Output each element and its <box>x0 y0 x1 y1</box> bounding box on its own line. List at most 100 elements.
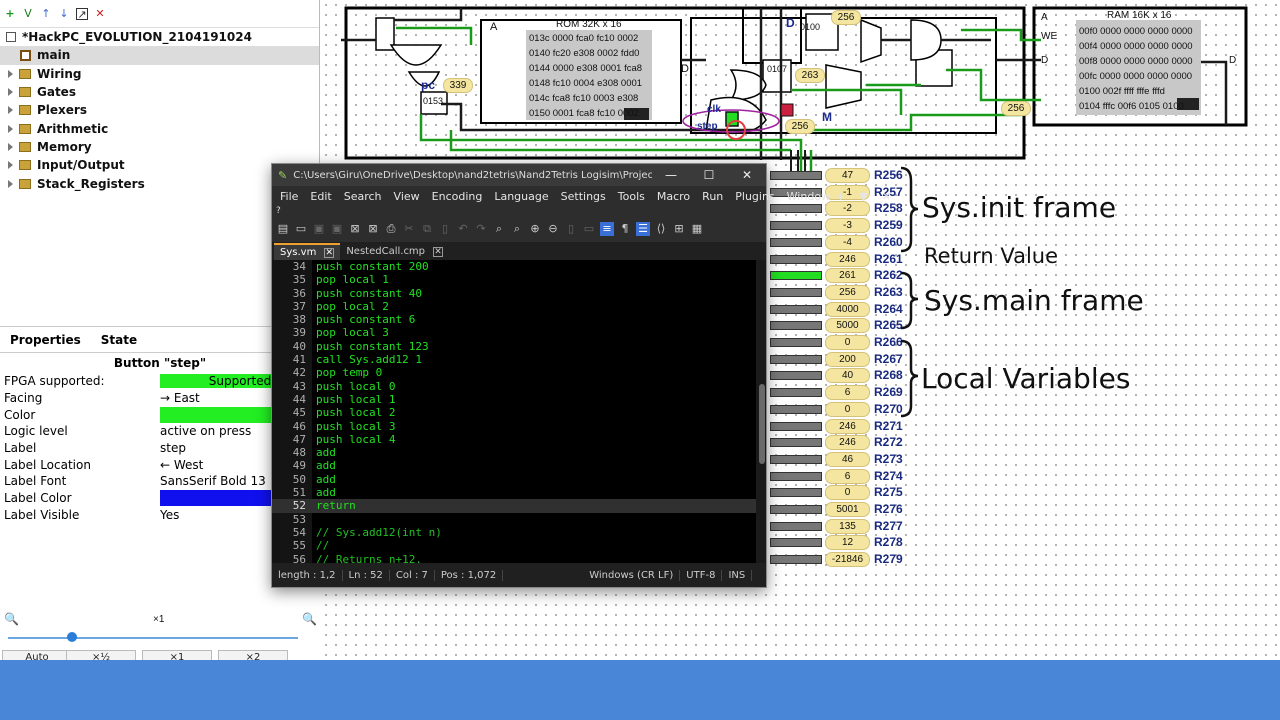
expand-arrow-icon[interactable] <box>8 69 13 78</box>
zoom-in-icon[interactable]: 🔍 <box>302 612 317 626</box>
tree-folder[interactable]: Wiring <box>0 65 319 83</box>
copy-icon[interactable]: ⧉ <box>420 222 434 236</box>
close-doc-icon[interactable]: ✕ <box>882 190 891 203</box>
move-up-icon[interactable]: ↑ <box>40 7 52 20</box>
code-line[interactable]: 49 add <box>272 459 766 473</box>
undo-icon[interactable]: ↶ <box>456 222 470 236</box>
code-line[interactable]: 44 push local 1 <box>272 392 766 407</box>
scrollbar-thumb[interactable] <box>759 384 765 464</box>
menu-search[interactable]: Search <box>338 190 388 203</box>
new-file-icon[interactable]: ▤ <box>276 222 290 236</box>
tree-item-main[interactable]: main <box>0 46 319 65</box>
tree-project[interactable]: *HackPC_EVOLUTION_2104191024 <box>0 28 319 46</box>
redo-icon[interactable]: ↷ <box>474 222 488 236</box>
xml-icon[interactable]: ⟨⟩ <box>654 222 668 236</box>
menu-window[interactable]: Window <box>781 190 836 203</box>
code-line[interactable]: 39 pop local 3 <box>272 326 766 340</box>
close-file-icon[interactable]: ⊠ <box>348 222 362 236</box>
tree-folder[interactable]: Plexers <box>0 101 319 119</box>
minimize-button[interactable]: — <box>652 168 690 182</box>
vhdl-icon[interactable]: V <box>22 7 34 20</box>
code-line[interactable]: 42 pop temp 0 <box>272 366 766 380</box>
menu-encoding[interactable]: Encoding <box>426 190 489 203</box>
menu-plugins[interactable]: Plugins <box>729 190 780 203</box>
code-line[interactable]: 43 push local 0 <box>272 379 766 393</box>
code-line[interactable]: 40 push constant 123 <box>272 339 766 354</box>
show-all-chars-icon[interactable]: ¶ <box>618 222 632 236</box>
code-line[interactable]: 36 push constant 40 <box>272 286 766 300</box>
menu-file[interactable]: File <box>274 190 304 203</box>
map-icon[interactable]: ⊞ <box>672 222 686 236</box>
expand-arrow-icon[interactable] <box>8 142 13 151</box>
expand-arrow-icon[interactable] <box>8 88 13 97</box>
expand-arrow-icon[interactable] <box>8 124 13 133</box>
add-circuit-icon[interactable]: + <box>4 7 16 20</box>
replace-icon[interactable]: ⌕ <box>510 222 524 236</box>
close-tab-icon[interactable]: ✕ <box>324 247 335 258</box>
code-line[interactable]: 53 <box>272 512 766 526</box>
maximize-button[interactable]: ☐ <box>690 168 728 182</box>
close-all-icon[interactable]: ⊠ <box>366 222 380 236</box>
zoom-slider[interactable] <box>8 637 298 639</box>
zoom-in-icon[interactable]: ⊕ <box>528 222 542 236</box>
code-line[interactable]: 54 // Sys.add12(int n) <box>272 525 766 540</box>
code-line[interactable]: 48 add <box>272 446 766 460</box>
zoom-slider-knob[interactable] <box>66 632 77 642</box>
tab-properties[interactable]: Properties <box>0 333 91 347</box>
register-name: R272 <box>874 435 903 450</box>
code-line[interactable]: 34 push constant 200 <box>272 260 766 274</box>
add-tab-icon[interactable]: + <box>836 190 845 203</box>
close-tab-icon[interactable]: ✕ <box>433 246 444 257</box>
indent-guide-icon[interactable]: ☰ <box>636 222 650 236</box>
sync-h-icon[interactable]: ▭ <box>582 222 596 236</box>
code-editor[interactable]: 34 push constant 200 35 pop local 1 36 push c… <box>272 260 766 564</box>
doc-list-icon[interactable]: ▦ <box>690 222 704 236</box>
sync-v-icon[interactable]: ▯ <box>564 222 578 236</box>
open-file-icon[interactable]: ▭ <box>294 222 308 236</box>
delete-icon[interactable]: ✕ <box>94 7 106 20</box>
code-line[interactable]: 46 push local 3 <box>272 419 766 433</box>
zoom-out-icon[interactable]: 🔍 <box>4 612 19 626</box>
code-line[interactable]: 47 push local 4 <box>272 432 766 447</box>
word-wrap-icon[interactable]: ≡ <box>600 222 614 236</box>
print-icon[interactable]: ⎙ <box>384 222 398 236</box>
step-button[interactable] <box>725 111 739 127</box>
edit-appearance-icon[interactable]: ↗ <box>76 7 88 20</box>
menu-edit[interactable]: Edit <box>304 190 337 203</box>
tree-folder[interactable]: Memory <box>0 138 319 156</box>
code-line[interactable]: 51 add <box>272 486 766 500</box>
menu-tools[interactable]: Tools <box>612 190 651 203</box>
paste-icon[interactable]: ▯ <box>438 222 452 236</box>
menu-language[interactable]: Language <box>488 190 554 203</box>
zoom-out-icon[interactable]: ⊖ <box>546 222 560 236</box>
save-all-icon[interactable]: ▣ <box>330 222 344 236</box>
tab-sys-vm[interactable]: Sys.vm ✕ <box>274 243 341 260</box>
save-icon[interactable]: ▣ <box>312 222 326 236</box>
expand-arrow-icon[interactable] <box>8 106 13 115</box>
menu-settings[interactable]: Settings <box>555 190 612 203</box>
code-line[interactable]: 38 push constant 6 <box>272 313 766 327</box>
code-line[interactable]: 52 return <box>272 499 766 513</box>
menu-view[interactable]: View <box>388 190 426 203</box>
tab-nestedcall-cmp[interactable]: NestedCall.cmp ✕ <box>340 243 449 260</box>
expand-arrow-icon[interactable] <box>8 161 13 170</box>
tab-state[interactable]: State <box>91 333 147 347</box>
tree-folder[interactable]: Arithmetic <box>0 119 319 137</box>
tree-folder[interactable]: Gates <box>0 83 319 101</box>
circuit-icon <box>20 49 31 61</box>
tab-list-icon[interactable]: ▼ <box>859 190 867 203</box>
expand-arrow-icon[interactable] <box>8 179 13 188</box>
menu-run[interactable]: Run <box>696 190 729 203</box>
cut-icon[interactable]: ✂ <box>402 222 416 236</box>
code-line[interactable]: 45 push local 2 <box>272 406 766 420</box>
help-menu[interactable]: ? <box>272 206 766 216</box>
code-line[interactable]: 50 add <box>272 472 766 487</box>
code-line[interactable]: 41 call Sys.add12 1 <box>272 353 766 367</box>
menu-macro[interactable]: Macro <box>651 190 696 203</box>
move-down-icon[interactable]: ↓ <box>58 7 70 20</box>
code-line[interactable]: 35 pop local 1 <box>272 273 766 287</box>
close-button[interactable]: ✕ <box>728 168 766 182</box>
code-line[interactable]: 37 pop local 2 <box>272 299 766 314</box>
find-icon[interactable]: ⌕ <box>492 222 506 236</box>
code-line[interactable]: 55 // <box>272 539 766 553</box>
